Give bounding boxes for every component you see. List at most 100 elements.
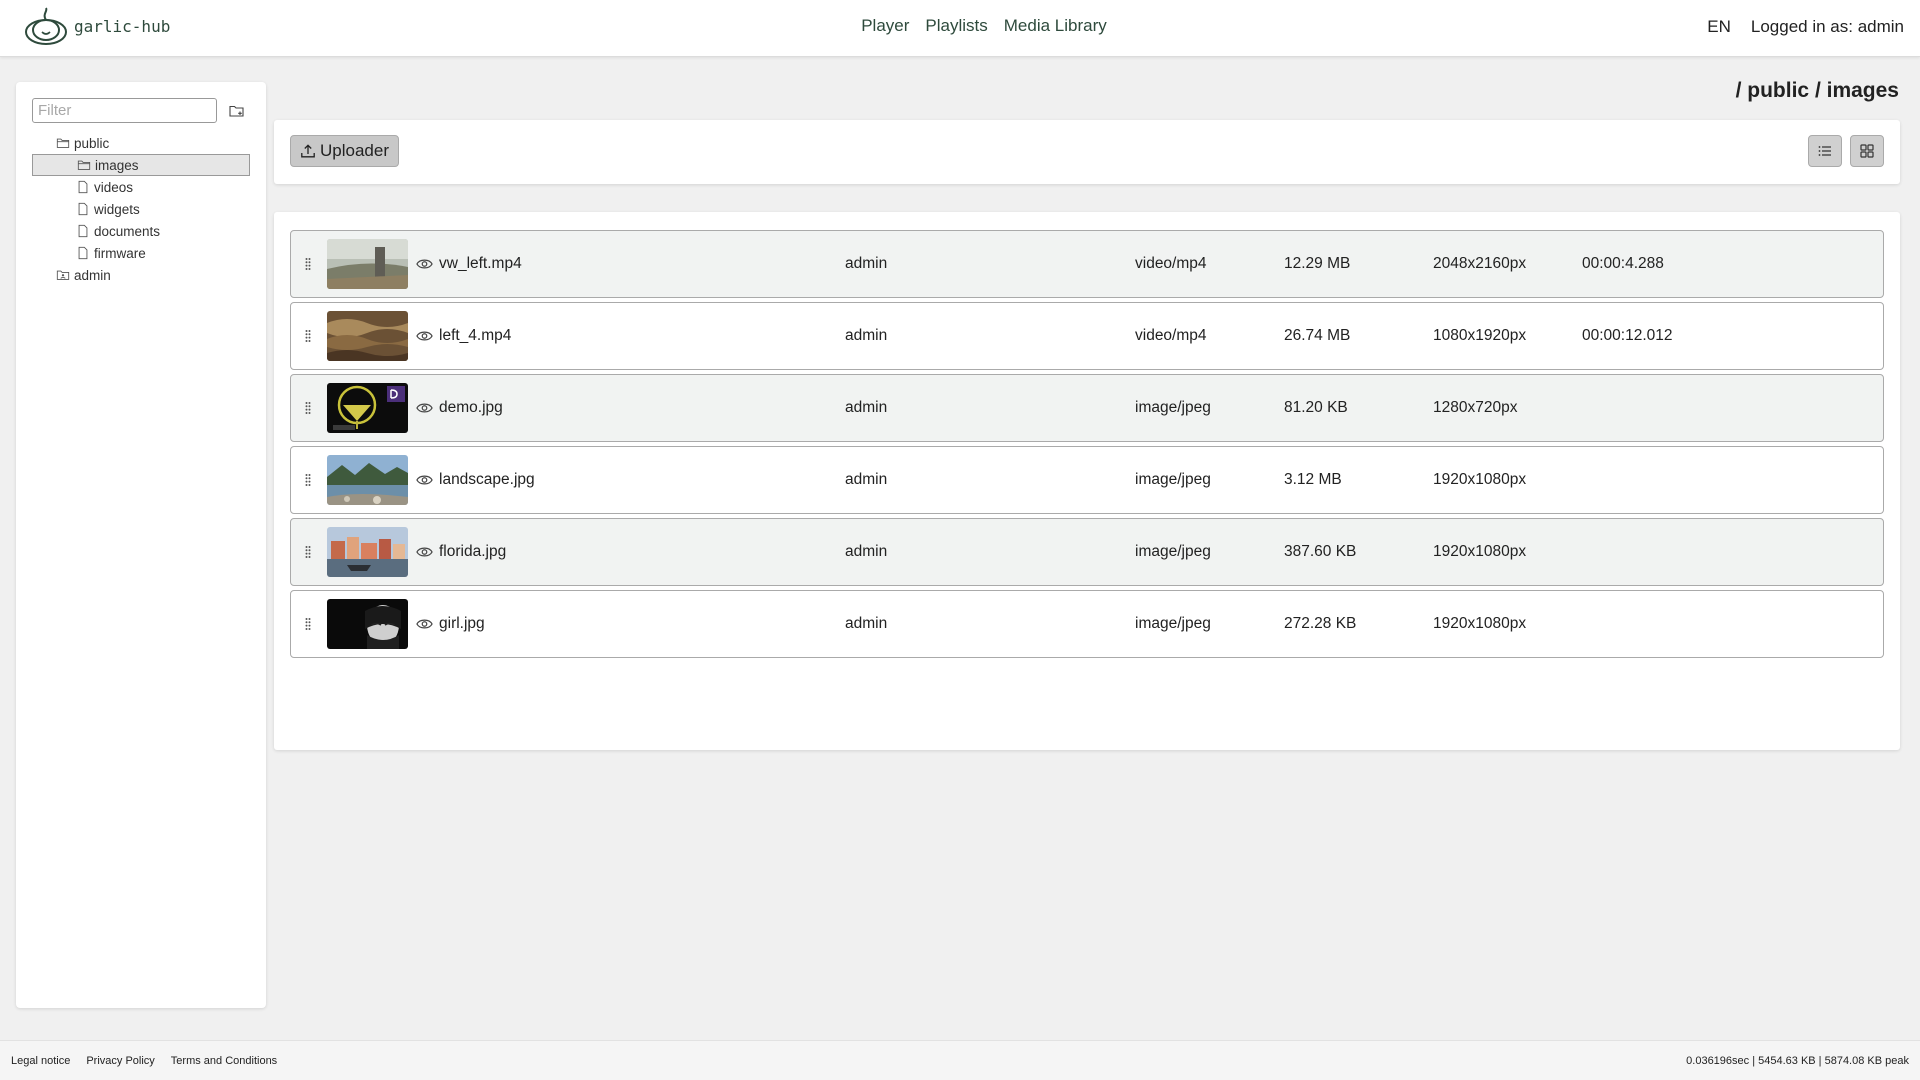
privacy-policy-link[interactable]: Privacy Policy: [86, 1055, 154, 1067]
tree-item-documents[interactable]: documents: [32, 220, 250, 242]
tree-item-images[interactable]: images: [32, 154, 250, 176]
tree-item-label: images: [95, 157, 139, 173]
eye-icon[interactable]: [416, 473, 433, 487]
uploader-button[interactable]: Uploader: [290, 135, 399, 167]
drag-handle-icon[interactable]: [305, 329, 311, 343]
tree-item-label: admin: [74, 267, 111, 283]
nav-player[interactable]: Player: [861, 16, 909, 36]
media-list: vw_left.mp4 admin video/mp4 12.29 MB 204…: [274, 212, 1900, 750]
folder-sidebar: public images videos widgets documents f…: [16, 82, 266, 1008]
cocktail-thumbnail: [327, 383, 408, 433]
road-scene-thumbnail: [327, 239, 408, 289]
media-thumbnail[interactable]: [327, 239, 408, 289]
media-row[interactable]: vw_left.mp4 admin video/mp4 12.29 MB 204…: [290, 230, 1884, 298]
harbor-thumbnail: [327, 527, 408, 577]
media-row[interactable]: florida.jpg admin image/jpeg 387.60 KB 1…: [290, 518, 1884, 586]
tree-item-admin[interactable]: admin: [32, 264, 250, 286]
media-mimetype: image/jpeg: [1135, 543, 1211, 560]
list-view-button[interactable]: [1808, 135, 1842, 167]
file-icon: [78, 224, 88, 238]
media-thumbnail[interactable]: [327, 311, 408, 361]
eye-icon[interactable]: [416, 329, 433, 343]
media-mimetype: image/jpeg: [1135, 615, 1211, 632]
media-duration: 00:00:4.288: [1582, 255, 1664, 272]
language-switch[interactable]: EN: [1707, 17, 1731, 37]
eye-icon[interactable]: [416, 617, 433, 631]
media-filename: left_4.mp4: [439, 327, 512, 344]
breadcrumb: / public / images: [1735, 79, 1899, 102]
main-nav: Player Playlists Media Library: [0, 16, 1920, 36]
waves-thumbnail: [327, 311, 408, 361]
drag-handle-icon[interactable]: [305, 401, 311, 415]
filter-input[interactable]: [32, 98, 217, 123]
drag-handle-icon[interactable]: [305, 473, 311, 487]
media-filesize: 3.12 MB: [1284, 471, 1342, 488]
lake-thumbnail: [327, 455, 408, 505]
media-toolbar: Uploader: [274, 120, 1900, 184]
folder-plus-icon: [229, 105, 244, 117]
tree-item-firmware[interactable]: firmware: [32, 242, 250, 264]
media-dimensions: 1920x1080px: [1433, 543, 1527, 560]
filter-row: [32, 98, 247, 123]
media-owner: admin: [845, 399, 888, 416]
media-thumbnail[interactable]: [327, 527, 408, 577]
media-mimetype: image/jpeg: [1135, 399, 1211, 416]
nav-media-library[interactable]: Media Library: [1004, 16, 1107, 36]
folder-open-icon: [77, 160, 91, 170]
tree-item-videos[interactable]: videos: [32, 176, 250, 198]
nav-playlists[interactable]: Playlists: [925, 16, 987, 36]
folder-tree: public images videos widgets documents f…: [32, 132, 250, 286]
file-icon: [78, 180, 88, 194]
media-filename: landscape.jpg: [439, 471, 535, 488]
media-row[interactable]: demo.jpg admin image/jpeg 81.20 KB 1280x…: [290, 374, 1884, 442]
tree-item-public[interactable]: public: [32, 132, 250, 154]
folder-open-icon: [56, 138, 70, 148]
eye-icon[interactable]: [416, 401, 433, 415]
tree-item-label: public: [74, 135, 110, 151]
list-icon: [1818, 146, 1831, 156]
eye-icon[interactable]: [416, 257, 433, 271]
header-right: EN Logged in as: admin: [1707, 17, 1904, 37]
uploader-label: Uploader: [320, 141, 389, 160]
media-filesize: 26.74 MB: [1284, 327, 1351, 344]
terms-link[interactable]: Terms and Conditions: [171, 1055, 277, 1067]
media-mimetype: image/jpeg: [1135, 471, 1211, 488]
media-filename: vw_left.mp4: [439, 255, 522, 272]
media-duration: 00:00:12.012: [1582, 327, 1673, 344]
tree-item-widgets[interactable]: widgets: [32, 198, 250, 220]
view-toggle: [1808, 135, 1884, 167]
media-row[interactable]: landscape.jpg admin image/jpeg 3.12 MB 1…: [290, 446, 1884, 514]
legal-notice-link[interactable]: Legal notice: [11, 1055, 70, 1067]
media-owner: admin: [845, 543, 888, 560]
media-thumbnail[interactable]: [327, 455, 408, 505]
media-thumbnail[interactable]: [327, 599, 408, 649]
media-filename: girl.jpg: [439, 615, 485, 632]
tree-item-label: widgets: [94, 201, 140, 217]
media-owner: admin: [845, 327, 888, 344]
grid-view-button[interactable]: [1850, 135, 1884, 167]
user-folder-icon: [56, 270, 70, 280]
media-mimetype: video/mp4: [1135, 327, 1207, 344]
media-filename: demo.jpg: [439, 399, 503, 416]
media-dimensions: 1920x1080px: [1433, 615, 1527, 632]
media-thumbnail[interactable]: [327, 383, 408, 433]
drag-handle-icon[interactable]: [305, 545, 311, 559]
drag-handle-icon[interactable]: [305, 617, 311, 631]
footer-links: Legal notice Privacy Policy Terms and Co…: [11, 1055, 277, 1067]
drag-handle-icon[interactable]: [305, 257, 311, 271]
media-dimensions: 1080x1920px: [1433, 327, 1527, 344]
media-filesize: 81.20 KB: [1284, 399, 1348, 416]
user-status[interactable]: Logged in as: admin: [1751, 17, 1904, 37]
media-filesize: 12.29 MB: [1284, 255, 1351, 272]
tree-item-label: videos: [94, 179, 134, 195]
media-row[interactable]: left_4.mp4 admin video/mp4 26.74 MB 1080…: [290, 302, 1884, 370]
media-dimensions: 1280x720px: [1433, 399, 1518, 416]
media-row[interactable]: girl.jpg admin image/jpeg 272.28 KB 1920…: [290, 590, 1884, 658]
tree-item-label: documents: [94, 223, 161, 239]
new-folder-button[interactable]: [227, 101, 247, 121]
grid-icon: [1860, 144, 1874, 158]
eye-icon[interactable]: [416, 545, 433, 559]
media-mimetype: video/mp4: [1135, 255, 1207, 272]
media-dimensions: 1920x1080px: [1433, 471, 1527, 488]
performance-stats: 0.036196sec | 5454.63 KB | 5874.08 KB pe…: [1686, 1055, 1909, 1067]
